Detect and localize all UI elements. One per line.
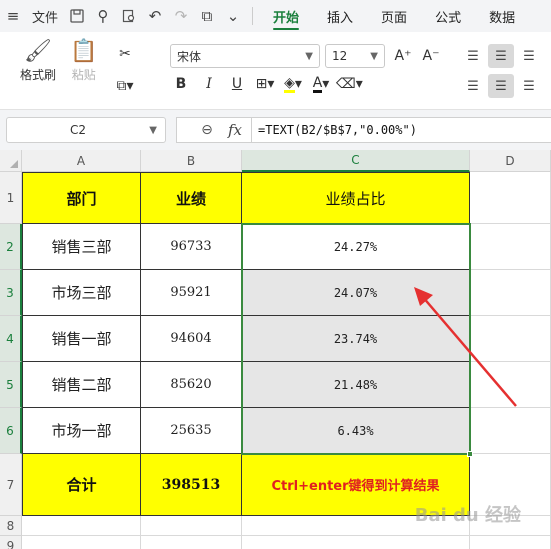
chevron-down-icon: ▼ xyxy=(370,50,378,62)
format-painter-icon: 🖌 xyxy=(24,39,52,64)
chevron-down-icon: ▼ xyxy=(305,50,313,62)
tab-page[interactable]: 页面 xyxy=(367,0,421,32)
redo-icon[interactable]: ↷ xyxy=(168,0,194,32)
underline-icon[interactable]: U xyxy=(224,72,250,96)
decrease-font-icon[interactable]: A⁻ xyxy=(418,44,444,68)
hamburger-menu-icon[interactable]: ≡ xyxy=(0,0,26,32)
chevron-down-icon: ▼ xyxy=(149,124,157,136)
clear-format-icon[interactable]: ⌫▾ xyxy=(336,72,363,96)
tab-formula[interactable]: 公式 xyxy=(421,0,475,32)
watermark-logo: Bai du 经验 xyxy=(414,505,521,526)
formula-input-area: ⊖ fx =TEXT(B2/$B$7,"0.00%") xyxy=(176,117,551,143)
border-icon[interactable]: ⊞▾ xyxy=(252,72,278,96)
align-middle-icon[interactable]: ☰ xyxy=(488,44,514,68)
link-icon[interactable]: ⚲ xyxy=(90,0,116,32)
spreadsheet-grid: A B C D 1 2 3 4 5 6 7 8 9 部门 业绩 业绩占比 销售三… xyxy=(0,150,551,549)
cell-reference: C2 xyxy=(70,123,87,137)
cut-icon[interactable]: ✂ xyxy=(112,42,138,66)
increase-font-icon[interactable]: A⁺ xyxy=(390,44,416,68)
tab-insert[interactable]: 插入 xyxy=(313,0,367,32)
print-preview-icon[interactable] xyxy=(116,0,142,32)
italic-icon[interactable]: I xyxy=(196,72,222,96)
zoom-icon[interactable]: ⊖ xyxy=(195,122,219,138)
file-menu[interactable]: 文件 xyxy=(26,0,64,32)
format-painter-button[interactable]: 🖌 格式刷 xyxy=(20,38,56,83)
align-right-icon[interactable]: ☰ xyxy=(516,74,542,98)
fx-icon[interactable]: fx xyxy=(219,121,251,139)
font-size-value: 12 xyxy=(332,49,348,63)
annotation-arrow xyxy=(414,287,517,407)
tab-data[interactable]: 数据 xyxy=(475,0,529,32)
menu-bar: ≡ 文件 ⚲ ↶ ↷ ⧉ ⌄ 开始 插入 页面 公式 数据 xyxy=(0,0,551,32)
undo-icon[interactable]: ↶ xyxy=(142,0,168,32)
align-bottom-icon[interactable]: ☰ xyxy=(516,44,542,68)
paste-icon: 📋 xyxy=(70,39,98,64)
align-left-icon[interactable]: ☰ xyxy=(460,74,486,98)
fill-color-icon[interactable]: ◈ ▾ xyxy=(280,72,306,96)
formula-bar: C2 ▼ ⊖ fx =TEXT(B2/$B$7,"0.00%") xyxy=(0,110,551,150)
format-painter-label: 格式刷 xyxy=(20,68,57,82)
save-icon[interactable] xyxy=(64,0,90,32)
divider xyxy=(252,7,254,25)
name-box[interactable]: C2 ▼ xyxy=(6,117,166,143)
bold-icon[interactable]: B xyxy=(168,72,194,96)
ribbon: 🖌 格式刷 📋 粘贴 ✂ ⧉▾ 宋体 ▼ 12 ▼ A⁺ A⁻ B I U ⊞▾… xyxy=(0,32,551,110)
paste-label: 粘贴 xyxy=(71,68,96,82)
font-color-icon[interactable]: A ▾ xyxy=(308,72,334,96)
copy-icon[interactable]: ⧉▾ xyxy=(112,74,138,98)
tab-home[interactable]: 开始 xyxy=(259,0,313,32)
align-top-icon[interactable]: ☰ xyxy=(460,44,486,68)
font-name-select[interactable]: 宋体 ▼ xyxy=(170,44,320,68)
font-size-select[interactable]: 12 ▼ xyxy=(325,44,385,68)
format-toolbar: B I U ⊞▾ ◈ ▾ A ▾ ⌫▾ xyxy=(168,72,363,96)
font-name-value: 宋体 xyxy=(177,49,202,64)
align-center-icon[interactable]: ☰ xyxy=(488,74,514,98)
customize-icon[interactable]: ⧉ xyxy=(194,0,220,32)
paste-button[interactable]: 📋 粘贴 xyxy=(70,38,97,83)
chevron-down-icon[interactable]: ⌄ xyxy=(220,0,246,32)
formula-input[interactable]: =TEXT(B2/$B$7,"0.00%") xyxy=(251,117,417,143)
